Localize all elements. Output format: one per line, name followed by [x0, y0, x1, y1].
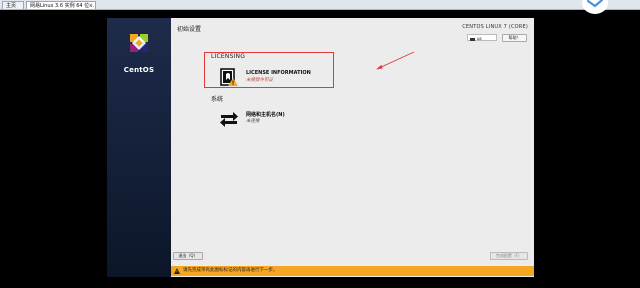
finish-configuration-button[interactable]: 完成配置（F）	[490, 252, 528, 260]
quit-button[interactable]: 退出（Q）	[173, 252, 203, 260]
tab-vm-label: 网易Linux 3.6 实例 64 位...	[30, 3, 94, 9]
brand-label: CentOS	[123, 66, 155, 74]
keyboard-layout-label: us	[477, 36, 482, 41]
network-status: 未连接	[246, 119, 260, 124]
initial-setup-hub: 初始设置 CENTOS LINUX 7 (CORE) us 帮助！ LICENS…	[171, 18, 534, 277]
network-hostname-title[interactable]: 网络和主机名(N)	[246, 111, 285, 118]
product-name: CENTOS LINUX 7 (CORE)	[462, 24, 528, 30]
section-system: 系统	[211, 96, 224, 103]
section-licensing: LICENSING	[211, 53, 246, 60]
warning-bar: 请先完成带有此图标标记的内容再进行下一步。	[171, 266, 534, 276]
centos-sidebar: CentOS	[107, 18, 171, 277]
license-info-title[interactable]: LICENSE INFORMATION	[246, 70, 311, 76]
license-status: 未接受许可证	[246, 78, 273, 83]
centos-logo-icon	[130, 34, 148, 52]
annotation-arrow-icon	[376, 51, 415, 70]
app-logo-icon	[582, 0, 608, 14]
page-title: 初始设置	[177, 26, 202, 33]
keyboard-layout-indicator[interactable]: us	[467, 34, 497, 41]
keyboard-icon	[470, 37, 475, 41]
vm-tab-bar: 主页 网易Linux 3.6 实例 64 位... ✕	[0, 0, 640, 10]
warning-icon	[174, 268, 180, 274]
network-arrows-icon[interactable]	[219, 108, 239, 128]
close-icon[interactable]: ✕	[89, 2, 93, 9]
warning-text: 请先完成带有此图标标记的内容再进行下一步。	[183, 268, 278, 273]
license-info-icon[interactable]	[220, 68, 238, 86]
help-button[interactable]: 帮助！	[502, 34, 527, 42]
tab-vm-console[interactable]: 网易Linux 3.6 实例 64 位... ✕	[26, 1, 96, 9]
tab-home[interactable]: 主页	[2, 1, 24, 9]
tab-home-label: 主页	[6, 3, 17, 9]
